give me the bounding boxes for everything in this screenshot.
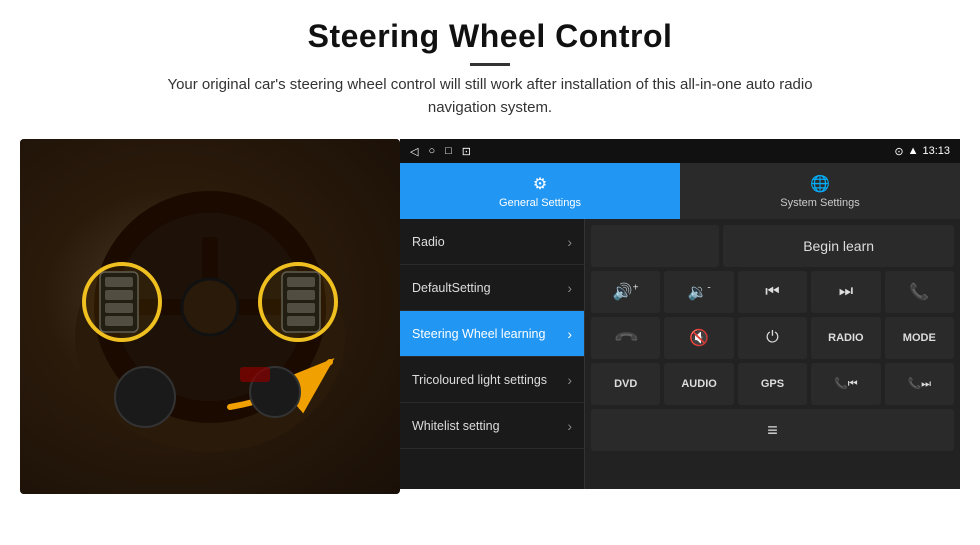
tab-system[interactable]: 🌐 System Settings: [680, 163, 960, 219]
next-track-button[interactable]: ⏭: [811, 271, 880, 313]
system-settings-icon: 🌐: [810, 174, 830, 194]
dvd-button[interactable]: DVD: [591, 363, 660, 405]
menu-item-steering[interactable]: Steering Wheel learning ›: [400, 311, 584, 357]
button-row-2: 📞 🔇 ⏻ RADIO MODE: [591, 317, 954, 359]
phone-next-icon: 📞⏭: [907, 377, 931, 391]
control-panel: Begin learn 🔊+ 🔉- ⏮ ⏭: [585, 219, 960, 489]
vol-up-icon: 🔊+: [613, 282, 639, 302]
vol-up-button[interactable]: 🔊+: [591, 271, 660, 313]
phone-end-icon: 📞: [612, 324, 640, 352]
status-bar: ◁ ○ □ ⊡ ⊙ ▲ 13:13: [400, 139, 960, 163]
steering-wheel: [70, 177, 350, 457]
menu-item-tricoloured[interactable]: Tricoloured light settings ›: [400, 357, 584, 403]
clock: 13:13: [922, 145, 950, 157]
chevron-icon: ›: [567, 372, 572, 388]
status-indicators: ⊙ ▲ 13:13: [894, 145, 950, 158]
begin-learn-row: Begin learn: [591, 225, 954, 267]
power-button[interactable]: ⏻: [738, 317, 807, 359]
tab-general[interactable]: ⚙ General Settings: [400, 163, 680, 219]
vol-down-button[interactable]: 🔉-: [664, 271, 733, 313]
chevron-icon: ›: [567, 326, 572, 342]
power-icon: ⏻: [766, 329, 779, 347]
home-icon[interactable]: ○: [428, 145, 435, 158]
phone-next-button[interactable]: 📞⏭: [885, 363, 954, 405]
location-icon: ⊙: [894, 145, 903, 158]
mute-icon: 🔇: [689, 328, 709, 348]
tab-system-label: System Settings: [780, 197, 859, 209]
next-track-icon: ⏭: [839, 283, 853, 301]
phone-answer-icon: 📞: [909, 282, 929, 302]
gps-button[interactable]: GPS: [738, 363, 807, 405]
header-divider: [470, 63, 510, 66]
screenshot-icon[interactable]: ⊡: [462, 145, 471, 158]
radio-button[interactable]: RADIO: [811, 317, 880, 359]
audio-button[interactable]: AUDIO: [664, 363, 733, 405]
mode-button[interactable]: MODE: [885, 317, 954, 359]
tab-general-label: General Settings: [499, 197, 581, 209]
menu-item-radio[interactable]: Radio ›: [400, 219, 584, 265]
button-row-1: 🔊+ 🔉- ⏮ ⏭ 📞: [591, 271, 954, 313]
back-icon[interactable]: ◁: [410, 145, 418, 158]
dvd-label: DVD: [614, 378, 637, 390]
chevron-icon: ›: [567, 280, 572, 296]
steering-wheel-image: [20, 139, 400, 494]
prev-track-button[interactable]: ⏮: [738, 271, 807, 313]
content-area: Radio › DefaultSetting › Steering Wheel …: [400, 219, 960, 489]
menu-list: Radio › DefaultSetting › Steering Wheel …: [400, 219, 585, 489]
button-row-4: ≡: [591, 409, 954, 451]
nav-icons: ◁ ○ □ ⊡: [410, 145, 471, 158]
sw-background: [20, 139, 400, 494]
signal-icon: ▲: [908, 145, 919, 157]
page-header: Steering Wheel Control Your original car…: [0, 0, 980, 129]
chevron-icon: ›: [567, 418, 572, 434]
wheel-svg: [70, 177, 350, 457]
vol-down-icon: 🔉-: [687, 282, 710, 302]
tab-bar: ⚙ General Settings 🌐 System Settings: [400, 163, 960, 219]
header-description: Your original car's steering wheel contr…: [140, 74, 840, 119]
page-title: Steering Wheel Control: [40, 18, 940, 55]
phone-prev-button[interactable]: 📞⏮: [811, 363, 880, 405]
gps-label: GPS: [761, 378, 784, 390]
radio-label: RADIO: [828, 332, 863, 344]
recent-icon[interactable]: □: [445, 145, 452, 158]
android-panel: ◁ ○ □ ⊡ ⊙ ▲ 13:13 ⚙ General Settings 🌐 S…: [400, 139, 960, 489]
general-settings-icon: ⚙: [533, 174, 547, 194]
begin-learn-button[interactable]: Begin learn: [723, 225, 954, 267]
list-icon: ≡: [767, 420, 778, 441]
phone-answer-button[interactable]: 📞: [885, 271, 954, 313]
empty-cell: [591, 225, 719, 267]
audio-label: AUDIO: [681, 378, 716, 390]
mute-button[interactable]: 🔇: [664, 317, 733, 359]
menu-item-default[interactable]: DefaultSetting ›: [400, 265, 584, 311]
phone-end-button[interactable]: 📞: [591, 317, 660, 359]
mode-label: MODE: [903, 332, 936, 344]
menu-item-whitelist[interactable]: Whitelist setting ›: [400, 403, 584, 449]
prev-track-icon: ⏮: [765, 283, 779, 301]
list-button[interactable]: ≡: [591, 409, 954, 451]
main-content: ◁ ○ □ ⊡ ⊙ ▲ 13:13 ⚙ General Settings 🌐 S…: [0, 129, 980, 499]
button-row-3: DVD AUDIO GPS 📞⏮ 📞⏭: [591, 363, 954, 405]
chevron-icon: ›: [567, 234, 572, 250]
phone-prev-icon: 📞⏮: [834, 377, 858, 391]
